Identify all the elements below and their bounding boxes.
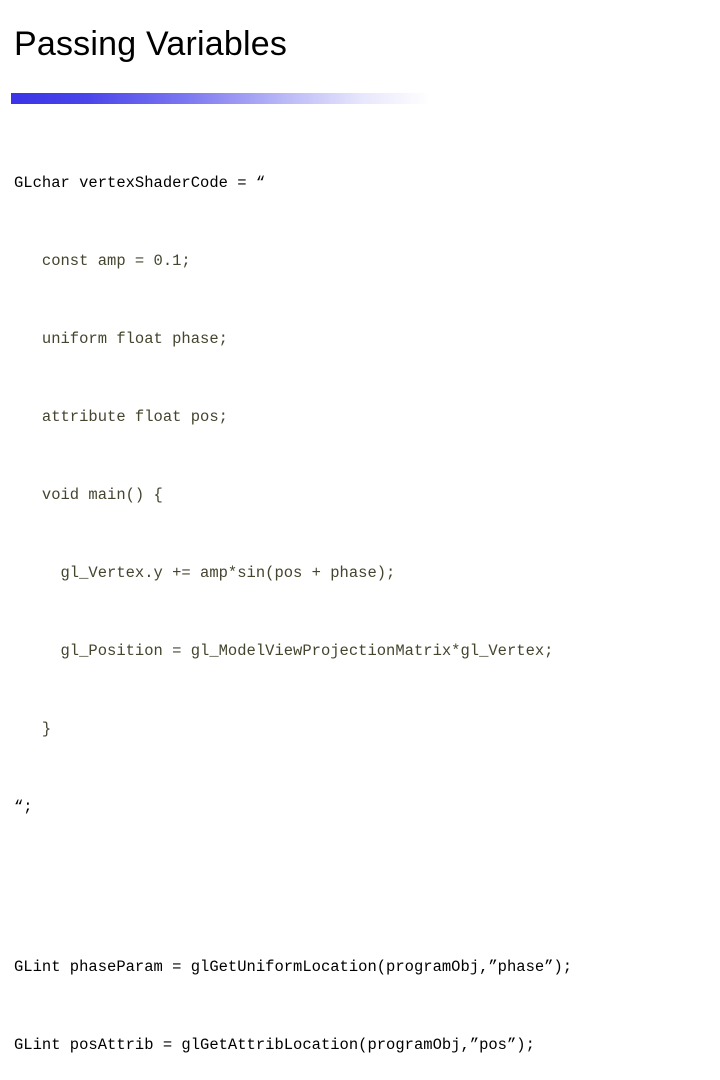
code-line: const amp = 0.1;: [14, 252, 191, 270]
code-line: void main() {: [14, 486, 163, 504]
code-block-shader-source: GLchar vertexShaderCode = “ const amp = …: [14, 118, 714, 872]
code-line: GLint posAttrib = glGetAttribLocation(pr…: [14, 1036, 535, 1054]
code-line: uniform float phase;: [14, 330, 228, 348]
code-line: “;: [14, 798, 33, 816]
code-line: }: [14, 720, 52, 738]
code-line: GLint phaseParam = glGetUniformLocation(…: [14, 958, 573, 976]
code-line: gl_Position = gl_ModelViewProjectionMatr…: [14, 642, 554, 660]
code-line: gl_Vertex.y += amp*sin(pos + phase);: [14, 564, 396, 582]
title-gradient-divider: [11, 93, 430, 104]
code-line: attribute float pos;: [14, 408, 228, 426]
page-title: Passing Variables: [14, 25, 288, 63]
code-line: GLchar vertexShaderCode = “: [14, 174, 266, 192]
code-block-handle-lookup: GLint phaseParam = glGetUniformLocation(…: [14, 902, 714, 1080]
code-block-spacer: [14, 872, 714, 902]
code-content-area: GLchar vertexShaderCode = “ const amp = …: [14, 118, 714, 1080]
slide-canvas: Passing Variables GLchar vertexShaderCod…: [0, 0, 720, 1054]
